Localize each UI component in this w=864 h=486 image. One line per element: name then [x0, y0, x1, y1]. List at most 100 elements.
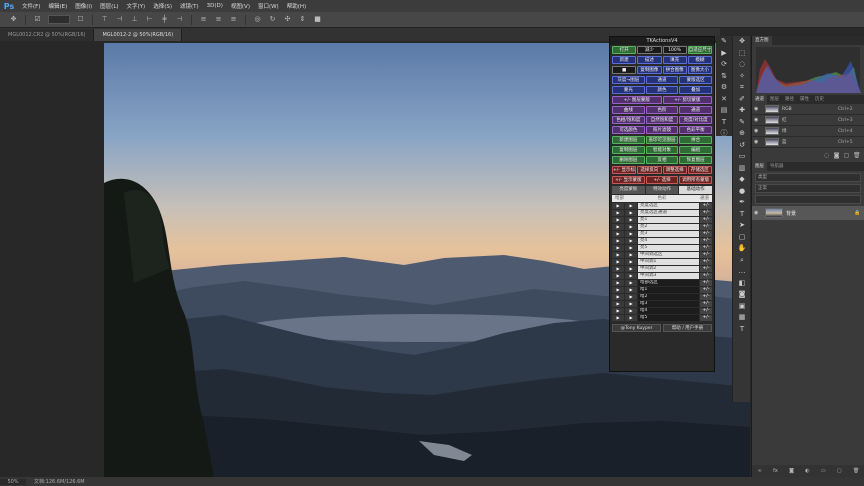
play-action-button[interactable]: ▶: [612, 265, 624, 272]
menu-item[interactable]: 3D(D): [203, 3, 227, 9]
tk-footer-button[interactable]: @Tony Kuyper: [612, 324, 661, 332]
action-name[interactable]: 亮3: [638, 230, 699, 237]
play-action-button[interactable]: ▶: [625, 300, 637, 307]
zoom-tool-icon[interactable]: ⌕: [733, 255, 751, 267]
action-name[interactable]: 中间调2: [638, 265, 699, 272]
tk-action-button[interactable]: 填充: [662, 56, 687, 64]
tk-action-button[interactable]: 曲线: [612, 106, 645, 114]
tk-action-button[interactable]: 恢复图层: [679, 156, 713, 164]
crop-tool-icon[interactable]: ⌗: [733, 82, 751, 94]
path-select-icon[interactable]: ➤: [733, 220, 751, 232]
auto-select-dropdown[interactable]: [48, 15, 70, 24]
action-name[interactable]: 中间调1: [638, 258, 699, 265]
lasso-tool-icon[interactable]: ◌: [733, 59, 751, 71]
panel-tab[interactable]: 导航器: [767, 162, 787, 171]
tk-action-button[interactable]: 编组: [679, 146, 713, 154]
expand-button[interactable]: +/-: [700, 202, 712, 209]
play-action-button[interactable]: ▶: [612, 279, 624, 286]
transform-controls-checkbox[interactable]: ☐: [76, 15, 85, 24]
action-name[interactable]: 暗1: [638, 286, 699, 293]
rotate-icon[interactable]: ⟳: [716, 59, 732, 71]
tk-action-button[interactable]: +/- 图层蒙版: [612, 96, 662, 104]
play-action-button[interactable]: ▶: [612, 286, 624, 293]
eye-icon[interactable]: ◉: [754, 210, 762, 216]
play-action-button[interactable]: ▶: [625, 279, 637, 286]
expand-button[interactable]: +/-: [700, 223, 712, 230]
quick-mask-icon[interactable]: ◙: [733, 289, 751, 301]
brush-tool-icon[interactable]: ✎: [733, 117, 751, 129]
action-name[interactable]: 亮1: [638, 216, 699, 223]
expand-button[interactable]: +/-: [700, 279, 712, 286]
save-selection-icon[interactable]: ◙: [833, 152, 840, 159]
tk-icon[interactable]: T: [733, 324, 751, 336]
blend-mode-dropdown[interactable]: 正常: [755, 184, 861, 193]
play-action-button[interactable]: ▶: [625, 286, 637, 293]
tk-action-button[interactable]: 反相: [645, 156, 679, 164]
play-action-button[interactable]: ▶: [612, 307, 624, 314]
shape-tool-icon[interactable]: ▢: [733, 232, 751, 244]
auto-select-checkbox[interactable]: ☑: [33, 15, 42, 24]
menu-item[interactable]: 帮助(H): [283, 2, 310, 10]
new-group-icon[interactable]: ▭: [821, 468, 826, 474]
load-selection-icon[interactable]: ◌: [823, 152, 830, 159]
screen-mode-icon[interactable]: ▣: [733, 301, 751, 313]
tk-action-button[interactable]: 自适应尺寸: [687, 46, 712, 54]
channel-row[interactable]: ◉ 绿 Ctrl+4: [752, 126, 864, 137]
eraser-tool-icon[interactable]: ▭: [733, 151, 751, 163]
tk-logo-icon[interactable]: T: [716, 117, 732, 129]
document-tab[interactable]: MGL0012.CR2 @ 50%(RGB/16): [0, 29, 95, 41]
panel-tab[interactable]: 历史: [812, 95, 827, 104]
tk-action-button[interactable]: 删除图层: [612, 156, 645, 164]
menu-item[interactable]: 视图(V): [227, 2, 254, 10]
align-top-icon[interactable]: ⊤: [100, 15, 109, 24]
play-action-button[interactable]: ▶: [612, 209, 624, 216]
tab-histogram[interactable]: 直方图: [752, 36, 772, 45]
play-action-button[interactable]: ▶: [625, 265, 637, 272]
menu-item[interactable]: 文字(Y): [123, 2, 150, 10]
expand-button[interactable]: +/-: [700, 216, 712, 223]
play-action-button[interactable]: ▶: [625, 237, 637, 244]
blur-tool-icon[interactable]: ◆: [733, 174, 751, 186]
adjustment-layer-icon[interactable]: ◐: [805, 468, 809, 474]
expand-button[interactable]: +/-: [700, 251, 712, 258]
play-action-button[interactable]: ▶: [625, 244, 637, 251]
menu-item[interactable]: 文件(F): [18, 2, 44, 10]
marquee-tool-icon[interactable]: ⬚: [733, 48, 751, 60]
expand-button[interactable]: +/-: [700, 272, 712, 279]
tk-action-button[interactable]: 拼合: [679, 136, 713, 144]
play-action-button[interactable]: ▶: [625, 216, 637, 223]
expand-button[interactable]: +/-: [700, 258, 712, 265]
swap-icon[interactable]: ⇅: [716, 71, 732, 83]
tk-action-button[interactable]: 打开: [612, 46, 637, 54]
tk-action-button[interactable]: 盖印可见图层: [645, 136, 679, 144]
eye-icon[interactable]: ◉: [754, 117, 762, 123]
action-name[interactable]: 亮度选区: [638, 202, 699, 209]
play-action-button[interactable]: ▶: [625, 272, 637, 279]
play-action-button[interactable]: ▶: [612, 202, 624, 209]
play-action-button[interactable]: ▶: [612, 258, 624, 265]
expand-button[interactable]: +/-: [700, 230, 712, 237]
tk-action-button[interactable]: 100%: [662, 46, 687, 54]
delete-layer-icon[interactable]: 🗑: [853, 468, 859, 474]
tk-action-button[interactable]: 颜色: [645, 86, 679, 94]
tk-action-button[interactable]: ■: [612, 66, 637, 74]
panel-tab[interactable]: 路径: [782, 95, 797, 104]
tk-action-button[interactable]: 蒙光: [612, 86, 645, 94]
expand-button[interactable]: +/-: [700, 314, 712, 321]
distribute-icon[interactable]: ≡: [214, 15, 223, 24]
tk-footer-button[interactable]: 帮助 / 用户手册: [663, 324, 712, 332]
action-name[interactable]: 暗5: [638, 314, 699, 321]
eyedropper-icon[interactable]: ✐: [733, 94, 751, 106]
expand-button[interactable]: +/-: [700, 237, 712, 244]
move-tool-icon[interactable]: ✥: [9, 15, 18, 24]
tk-action-button[interactable]: 灰度→图层: [612, 76, 645, 84]
play-action-button[interactable]: ▶: [625, 209, 637, 216]
play-action-button[interactable]: ▶: [625, 293, 637, 300]
play-action-button[interactable]: ▶: [625, 223, 637, 230]
action-name[interactable]: 暗3: [638, 300, 699, 307]
action-name[interactable]: 暗部选区: [638, 279, 699, 286]
expand-button[interactable]: +/-: [700, 307, 712, 314]
channel-row[interactable]: ◉ 蓝 Ctrl+5: [752, 137, 864, 148]
tk-action-button[interactable]: 可选颜色: [612, 126, 645, 134]
play-action-button[interactable]: ▶: [625, 251, 637, 258]
